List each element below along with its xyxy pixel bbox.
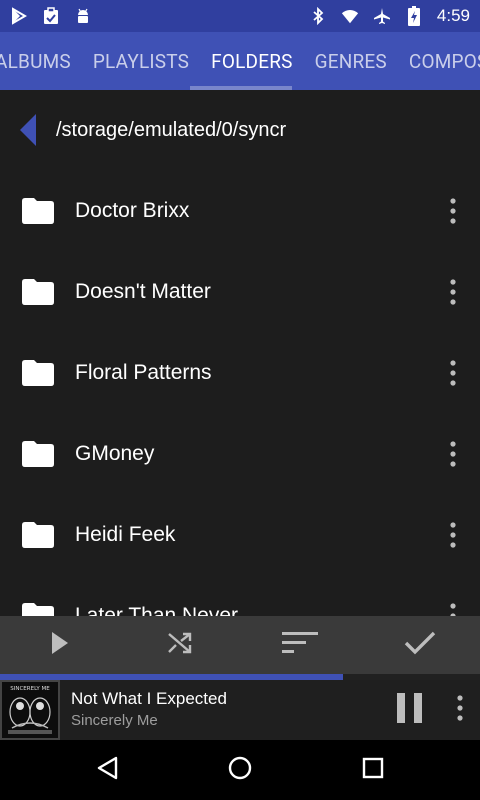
tab-bar: ALBUMS PLAYLISTS FOLDERS GENRES COMPOSER… (0, 32, 480, 90)
shuffle-icon (167, 631, 193, 659)
tab-albums[interactable]: ALBUMS (0, 32, 82, 90)
list-item[interactable]: Floral Patterns (0, 332, 480, 413)
tab-folders[interactable]: FOLDERS (200, 32, 303, 90)
track-title: Not What I Expected (71, 689, 227, 708)
more-vert-icon[interactable] (426, 332, 480, 413)
navigation-bar (0, 740, 480, 800)
folder-list: /storage/emulated/0/syncr Doctor Brixx D… (0, 90, 480, 616)
album-art[interactable]: SINCERELY ME (0, 680, 60, 740)
tab-composers[interactable]: COMPOSERS (398, 32, 480, 90)
folder-name: Heidi Feek (75, 522, 176, 546)
tab-genres[interactable]: GENRES (304, 32, 398, 90)
airplane-icon (373, 7, 391, 25)
back-icon (96, 756, 118, 784)
select-button[interactable] (360, 616, 480, 674)
path-row[interactable]: /storage/emulated/0/syncr (0, 90, 480, 170)
tab-playlists[interactable]: PLAYLISTS (82, 32, 200, 90)
folder-icon (0, 494, 75, 575)
more-vert-icon[interactable] (426, 251, 480, 332)
nav-recents-button[interactable] (333, 740, 413, 800)
track-artist: Sincerely Me (71, 712, 158, 729)
back-triangle-icon[interactable] (0, 90, 56, 170)
folder-path: /storage/emulated/0/syncr (56, 118, 287, 141)
select-check-icon (404, 631, 436, 659)
pause-icon (397, 693, 423, 727)
list-item[interactable]: GMoney (0, 413, 480, 494)
shuffle-button[interactable] (120, 616, 240, 674)
now-playing-more-button[interactable] (440, 680, 480, 740)
play-all-button[interactable] (0, 616, 120, 674)
folder-name: GMoney (75, 441, 155, 465)
android-icon (74, 7, 92, 25)
clipboard-icon (42, 7, 60, 25)
folder-name: Doctor Brixx (75, 198, 190, 222)
tabs-row: ALBUMS PLAYLISTS FOLDERS GENRES COMPOSER… (0, 32, 480, 90)
folder-icon (0, 332, 75, 413)
recents-icon (362, 757, 384, 783)
bluetooth-icon (309, 7, 327, 25)
pause-button[interactable] (380, 680, 440, 740)
nav-home-button[interactable] (200, 740, 280, 800)
folder-icon (0, 575, 75, 616)
more-vert-icon[interactable] (426, 494, 480, 575)
list-item[interactable]: Doctor Brixx (0, 170, 480, 251)
more-vert-icon (457, 695, 463, 725)
play-icon (51, 631, 69, 659)
nav-back-button[interactable] (67, 740, 147, 800)
folder-name: Later Than Never (75, 603, 239, 617)
list-item[interactable]: Heidi Feek (0, 494, 480, 575)
more-vert-icon[interactable] (426, 170, 480, 251)
battery-charging-icon (405, 6, 423, 26)
list-item[interactable]: Later Than Never (0, 575, 480, 616)
folder-icon (0, 251, 75, 332)
folder-icon (0, 413, 75, 494)
album-art-text: SINCERELY ME (10, 686, 50, 692)
status-right-icons: 4:59 (309, 6, 470, 26)
sort-button[interactable] (240, 616, 360, 674)
status-left-icons (10, 7, 92, 25)
more-vert-icon[interactable] (426, 575, 480, 616)
status-time: 4:59 (436, 6, 470, 25)
action-bar (0, 616, 480, 674)
now-playing-info[interactable]: Not What I Expected Sincerely Me (60, 688, 380, 732)
status-bar: 4:59 (0, 0, 480, 32)
now-playing-bar[interactable]: SINCERELY ME Not What I Expected Sincere… (0, 680, 480, 740)
play-store-icon (10, 7, 28, 25)
sort-icon (282, 631, 318, 659)
folder-icon (0, 170, 75, 251)
home-icon (228, 756, 252, 784)
list-item[interactable]: Doesn't Matter (0, 251, 480, 332)
wifi-icon (341, 7, 359, 25)
more-vert-icon[interactable] (426, 413, 480, 494)
folder-name: Floral Patterns (75, 360, 212, 384)
folder-name: Doesn't Matter (75, 279, 211, 303)
